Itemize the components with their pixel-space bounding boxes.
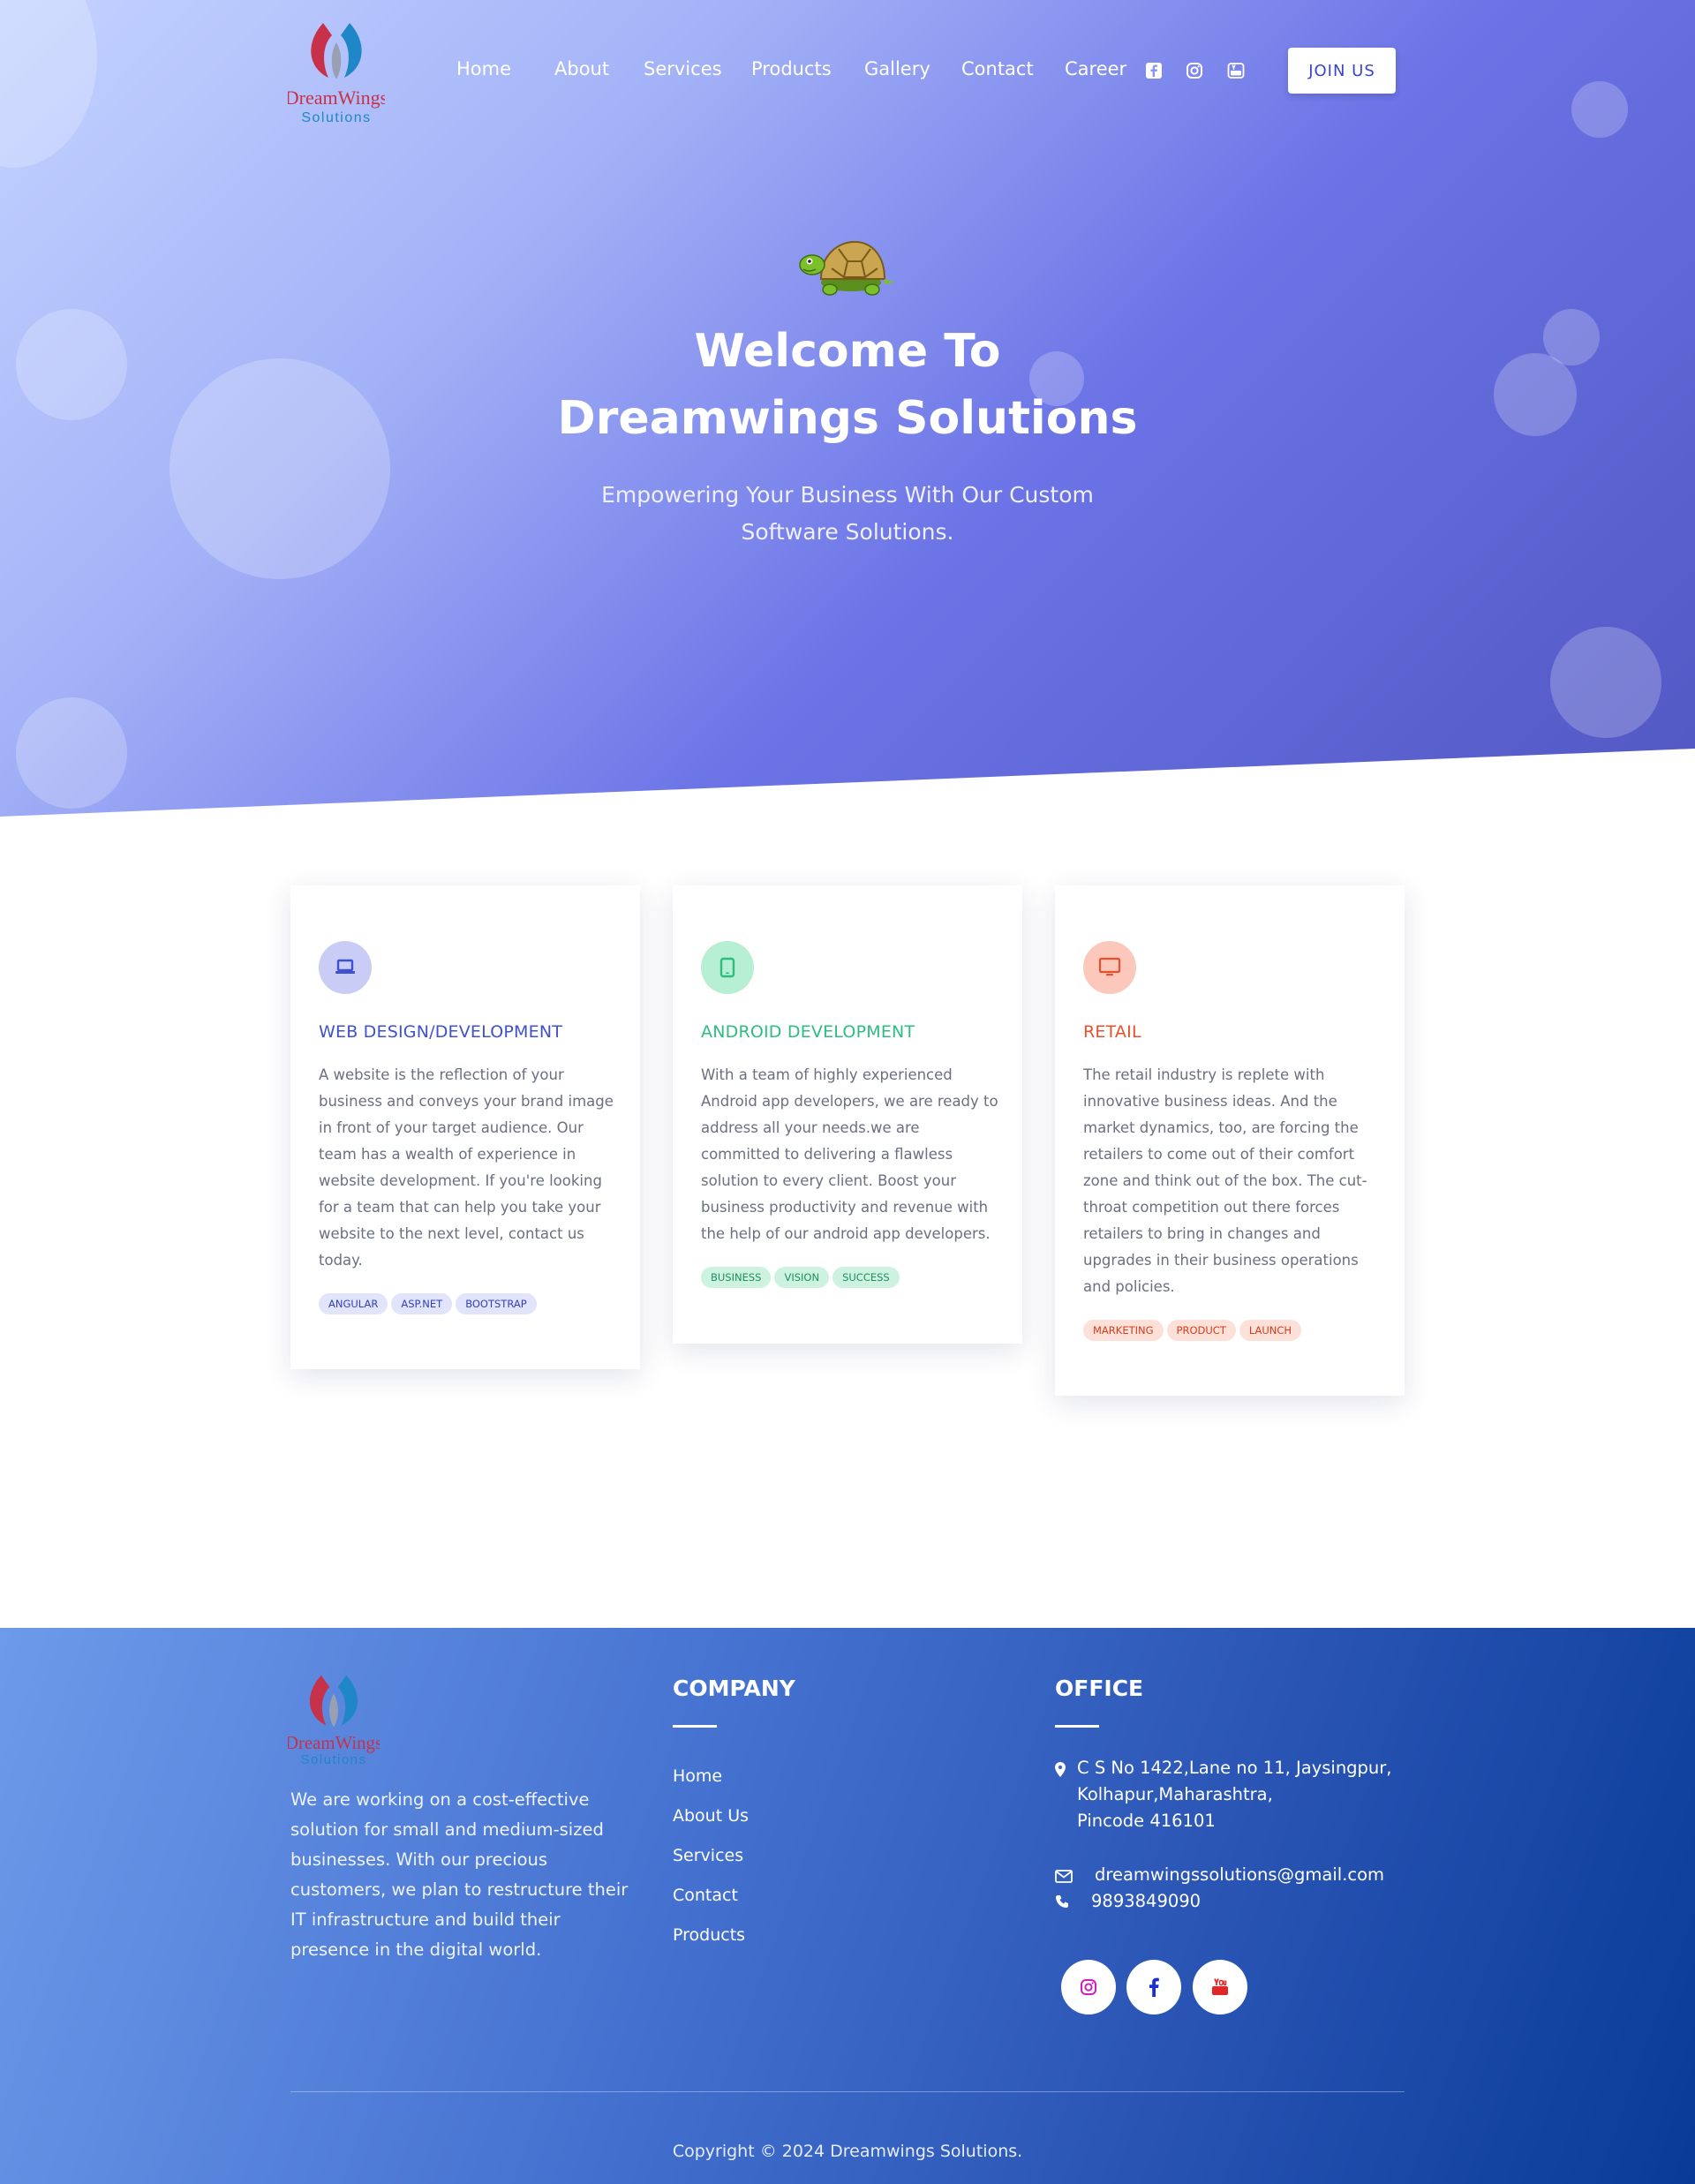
footer-instagram-button[interactable] — [1061, 1960, 1116, 2015]
footer-link-contact[interactable]: Contact — [673, 1886, 738, 1905]
hero-subtitle-line: Software Solutions. — [741, 519, 954, 545]
card-tags: BUSINESS VISION SUCCESS — [701, 1267, 900, 1288]
footer-company-heading: COMPANY — [673, 1676, 795, 1701]
nav-career[interactable]: Career — [1065, 58, 1126, 79]
instagram-icon[interactable] — [1186, 62, 1203, 79]
hero-subtitle-line: Empowering Your Business With Our Custom — [601, 482, 1094, 508]
office-phone[interactable]: 9893849090 — [1091, 1888, 1201, 1915]
card-description: With a team of highly experienced Androi… — [701, 1066, 998, 1242]
logo-secondary-text: Solutions — [301, 1752, 367, 1767]
nav-gallery[interactable]: Gallery — [864, 58, 930, 79]
youtube-icon — [1212, 1978, 1228, 1995]
hero-title: Welcome To Dreamwings Solutions — [494, 318, 1201, 452]
tag[interactable]: VISION — [774, 1267, 830, 1288]
card-description: A website is the reflection of your busi… — [319, 1066, 614, 1269]
footer-youtube-button[interactable] — [1193, 1960, 1247, 2015]
service-card-retail: RETAIL The retail industry is replete wi… — [1055, 885, 1405, 1396]
hero-subtitle: Empowering Your Business With Our Custom… — [583, 477, 1112, 551]
nav-home[interactable]: Home — [456, 58, 511, 79]
hero-title-line: Welcome To — [694, 325, 1001, 378]
tag[interactable]: BUSINESS — [701, 1267, 772, 1288]
facebook-icon[interactable] — [1145, 62, 1163, 79]
logo-secondary-text: Solutions — [301, 110, 371, 125]
decor-bubble — [170, 358, 390, 579]
decor-bubble — [1550, 627, 1661, 738]
address-line: Pincode 416101 — [1077, 1811, 1216, 1831]
decor-bubble — [16, 697, 127, 809]
service-card-web: WEB DESIGN/DEVELOPMENT A website is the … — [290, 885, 640, 1369]
phone-icon — [1056, 1895, 1068, 1908]
nav-contact[interactable]: Contact — [961, 58, 1034, 79]
hero-title-line: Dreamwings Solutions — [557, 392, 1138, 445]
nav-about[interactable]: About — [554, 58, 609, 79]
footer-office-heading: OFFICE — [1055, 1676, 1144, 1701]
tag[interactable]: SUCCESS — [832, 1267, 900, 1288]
hero-section: DreamWings Solutions Home About Services… — [0, 0, 1695, 817]
office-email[interactable]: dreamwingssolutions@gmail.com — [1095, 1862, 1384, 1888]
join-us-button[interactable]: JOIN US — [1288, 48, 1396, 94]
footer-link-services[interactable]: Services — [673, 1846, 743, 1865]
tag[interactable]: BOOTSTRAP — [456, 1293, 537, 1314]
nav-services[interactable]: Services — [644, 58, 722, 79]
footer-logo[interactable]: DreamWings Solutions — [288, 1672, 380, 1767]
footer-link-home[interactable]: Home — [673, 1766, 722, 1786]
envelope-icon — [1055, 1870, 1073, 1883]
tag[interactable]: MARKETING — [1083, 1320, 1164, 1341]
service-card-android: ANDROID DEVELOPMENT With a team of highl… — [673, 885, 1022, 1344]
footer-link-about-us[interactable]: About Us — [673, 1806, 749, 1826]
card-tags: MARKETING PRODUCT LAUNCH — [1083, 1320, 1302, 1341]
heading-underline — [1055, 1725, 1099, 1728]
turtle-mascot-icon — [799, 240, 895, 296]
instagram-icon — [1081, 1979, 1096, 1995]
decor-bubble — [1494, 353, 1577, 436]
card-icon-wrap — [701, 941, 754, 994]
copyright-text: Copyright © 2024 Dreamwings Solutions. — [672, 2142, 1023, 2161]
tag[interactable]: LAUNCH — [1239, 1320, 1302, 1341]
card-title: ANDROID DEVELOPMENT — [701, 1022, 915, 1042]
tablet-icon — [719, 957, 735, 978]
youtube-icon[interactable] — [1227, 62, 1245, 79]
footer-link-products[interactable]: Products — [673, 1925, 745, 1945]
map-marker-icon — [1055, 1762, 1066, 1777]
footer-divider — [290, 2091, 1405, 2092]
decor-bubble — [16, 309, 127, 420]
address-line: Kolhapur,Maharashtra, — [1077, 1784, 1273, 1804]
tag[interactable]: ANGULAR — [319, 1293, 388, 1314]
main-nav: Home About Services Products Gallery Con… — [0, 48, 1695, 94]
laptop-icon — [335, 959, 355, 974]
logo-primary-text: DreamWings — [288, 1733, 380, 1753]
card-title: RETAIL — [1083, 1022, 1141, 1042]
site-footer: DreamWings Solutions We are working on a… — [0, 1628, 1695, 2184]
tag[interactable]: ASP.NET — [391, 1293, 453, 1314]
footer-facebook-button[interactable] — [1126, 1960, 1181, 2015]
card-icon-wrap — [319, 941, 372, 994]
nav-products[interactable]: Products — [751, 58, 832, 79]
card-tags: ANGULAR ASP.NET BOOTSTRAP — [319, 1293, 537, 1314]
tag[interactable]: PRODUCT — [1166, 1320, 1236, 1341]
office-address: C S No 1422,Lane no 11, Jaysingpur, Kolh… — [1077, 1755, 1392, 1834]
card-title: WEB DESIGN/DEVELOPMENT — [319, 1022, 563, 1042]
card-description: The retail industry is replete with inno… — [1083, 1066, 1367, 1295]
heading-underline — [673, 1725, 717, 1728]
footer-about-text: We are working on a cost-effective solut… — [290, 1789, 629, 1960]
address-line: C S No 1422,Lane no 11, Jaysingpur, — [1077, 1758, 1392, 1778]
monitor-icon — [1098, 957, 1121, 976]
card-icon-wrap — [1083, 941, 1136, 994]
facebook-icon — [1149, 1977, 1159, 1997]
